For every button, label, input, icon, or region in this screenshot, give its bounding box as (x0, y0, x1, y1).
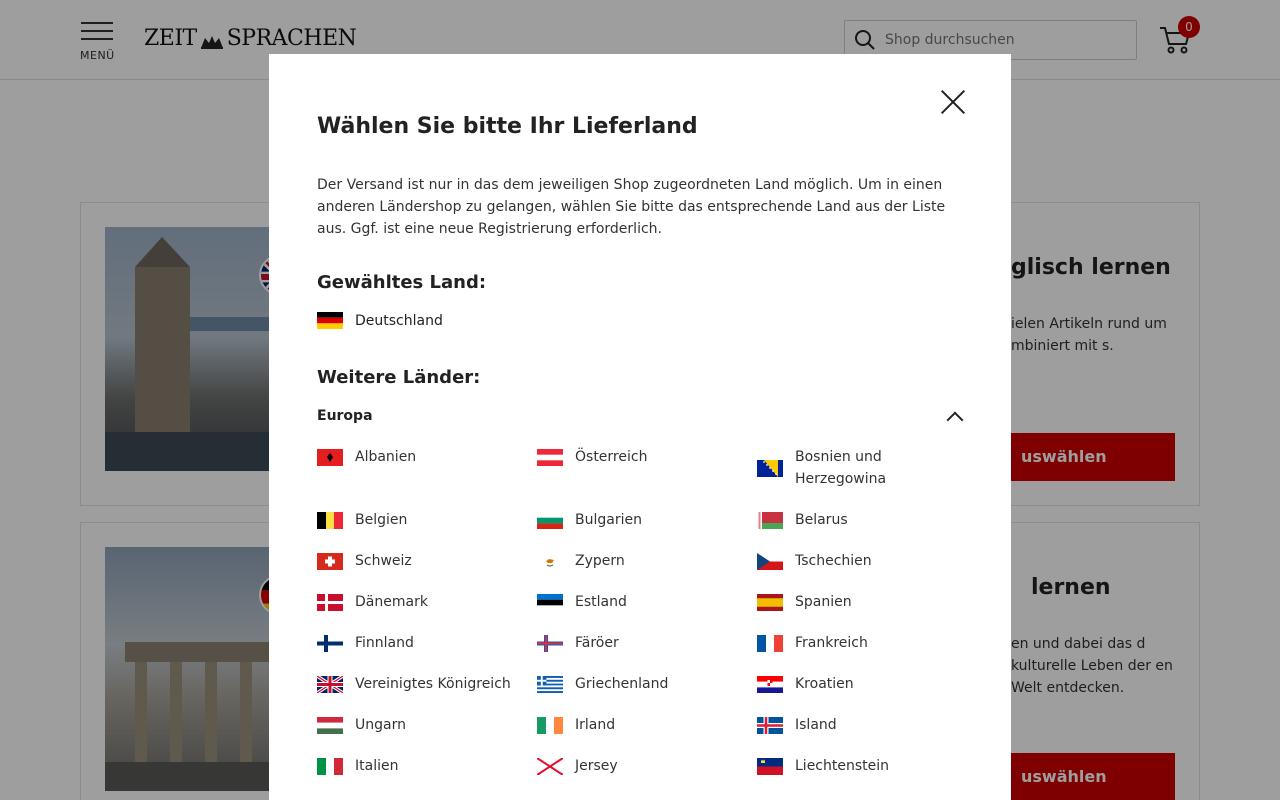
selected-country-name: Deutschland (355, 312, 443, 329)
flag-icon-fo (537, 635, 563, 652)
more-countries-heading: Weitere Länder: (317, 367, 481, 388)
country-option-ba[interactable]: Bosnien und Herzegowina (757, 446, 977, 490)
flag-icon-gr (537, 676, 563, 693)
flag-icon-li (757, 758, 783, 775)
country-option-it[interactable]: Italien (317, 755, 537, 777)
country-option-at[interactable]: Österreich (537, 446, 757, 490)
flag-icon-ee (537, 594, 563, 611)
flag-icon-ie (537, 717, 563, 734)
flag-icon-at (537, 449, 563, 466)
country-option-bg[interactable]: Bulgarien (537, 509, 757, 531)
country-option-gr[interactable]: Griechenland (537, 673, 757, 695)
selected-country-heading: Gewähltes Land: (317, 272, 487, 293)
country-name: Vereinigtes Königreich (355, 676, 511, 692)
country-name: Jersey (575, 758, 618, 774)
country-name: Österreich (575, 449, 648, 465)
flag-icon-fi (317, 635, 343, 652)
country-name: Italien (355, 758, 399, 774)
chevron-up-icon (947, 409, 961, 423)
country-option-ee[interactable]: Estland (537, 591, 757, 613)
country-option-al[interactable]: Albanien (317, 446, 537, 490)
country-name: Färöer (575, 635, 619, 651)
country-name: Finnland (355, 635, 414, 651)
country-option-gb[interactable]: Vereinigtes Königreich (317, 673, 537, 695)
country-name: Liechtenstein (795, 758, 890, 774)
flag-icon-hr (757, 676, 783, 693)
country-option-ch[interactable]: Schweiz (317, 550, 537, 572)
country-name: Schweiz (355, 553, 412, 569)
country-name: Bosnien und Herzegowina (795, 449, 887, 487)
country-option-be[interactable]: Belgien (317, 509, 537, 531)
flag-icon-al (317, 449, 343, 466)
country-select-modal: Wählen Sie bitte Ihr Lieferland Der Vers… (269, 54, 1011, 800)
region-name: Europa (317, 408, 373, 424)
country-option-li[interactable]: Liechtenstein (757, 755, 977, 777)
flag-icon-gb (317, 676, 343, 693)
country-option-dk[interactable]: Dänemark (317, 591, 537, 613)
flag-icon-bg (537, 512, 563, 529)
country-name: Frankreich (795, 635, 868, 651)
flag-icon-ch (317, 553, 343, 570)
modal-title: Wählen Sie bitte Ihr Lieferland (317, 114, 698, 139)
flag-icon-je (537, 758, 563, 775)
country-option-fr[interactable]: Frankreich (757, 632, 977, 654)
country-option-fo[interactable]: Färöer (537, 632, 757, 654)
country-list: Albanien Österreich Bosnien und Herzegowin… (317, 446, 977, 777)
flag-icon-ba (757, 460, 783, 477)
country-name: Spanien (795, 594, 852, 610)
country-name: Tschechien (795, 553, 872, 569)
country-option-by[interactable]: Belarus (757, 509, 977, 531)
close-icon[interactable] (939, 88, 967, 116)
flag-icon-by (757, 512, 783, 529)
country-option-fi[interactable]: Finnland (317, 632, 537, 654)
country-name: Kroatien (795, 676, 854, 692)
flag-icon-fr (757, 635, 783, 652)
country-option-cz[interactable]: Tschechien (757, 550, 977, 572)
country-name: Albanien (355, 449, 417, 465)
flag-icon-it (317, 758, 343, 775)
country-name: Ungarn (355, 717, 406, 733)
country-name: Irland (575, 717, 616, 733)
country-option-hu[interactable]: Ungarn (317, 714, 537, 736)
country-name: Dänemark (355, 594, 428, 610)
country-option-cy[interactable]: Zypern (537, 550, 757, 572)
country-option-je[interactable]: Jersey (537, 755, 757, 777)
country-option-is[interactable]: Island (757, 714, 977, 736)
country-name: Griechenland (575, 676, 669, 692)
country-name: Island (795, 717, 837, 733)
flag-icon-be (317, 512, 343, 529)
country-option-es[interactable]: Spanien (757, 591, 977, 613)
country-name: Estland (575, 594, 627, 610)
country-name: Zypern (575, 553, 625, 569)
country-name: Belgien (355, 512, 408, 528)
flag-icon-cz (757, 553, 783, 570)
country-name: Belarus (795, 512, 848, 528)
country-option-ie[interactable]: Irland (537, 714, 757, 736)
flag-icon-cy (537, 553, 563, 570)
flag-icon-is (757, 717, 783, 734)
flag-icon-de (317, 312, 343, 329)
modal-intro-text: Der Versand ist nur in das dem jeweilige… (317, 177, 946, 237)
flag-icon-dk (317, 594, 343, 611)
country-name: Bulgarien (575, 512, 642, 528)
country-option-hr[interactable]: Kroatien (757, 673, 977, 695)
selected-country: Deutschland (317, 312, 443, 329)
flag-icon-es (757, 594, 783, 611)
flag-icon-hu (317, 717, 343, 734)
region-toggle-europa[interactable]: Europa (317, 406, 967, 426)
